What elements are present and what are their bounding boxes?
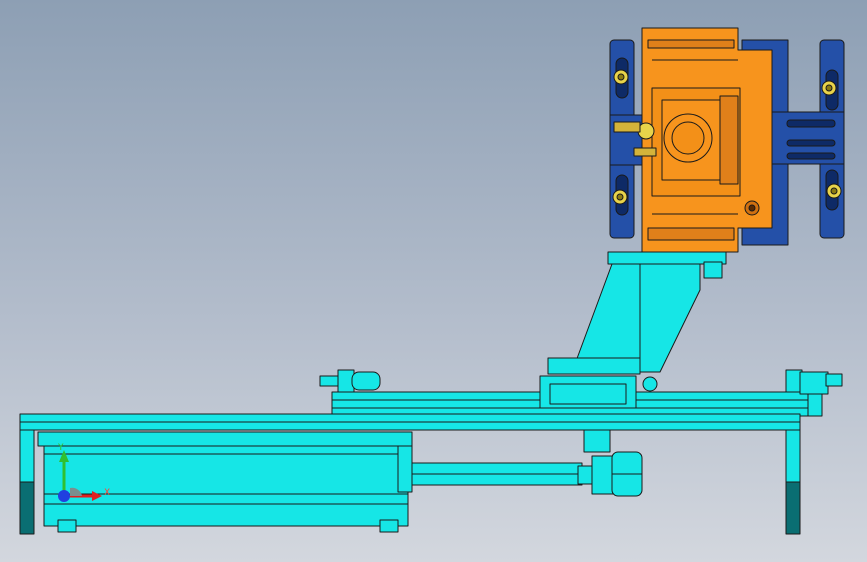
triad-z-axis	[58, 490, 70, 502]
linear-rail[interactable]	[319, 369, 843, 417]
cad-viewport[interactable]: X Y	[0, 0, 867, 562]
triad-y-label: Y	[57, 443, 64, 453]
support-column[interactable]	[547, 251, 727, 375]
triad-x-label: X	[104, 488, 110, 498]
rod-end-nut[interactable]	[577, 451, 643, 497]
pneumatic-cylinder[interactable]	[37, 431, 413, 533]
piston-rod[interactable]	[411, 462, 583, 486]
cad-model-scene[interactable]: X Y	[0, 0, 867, 562]
